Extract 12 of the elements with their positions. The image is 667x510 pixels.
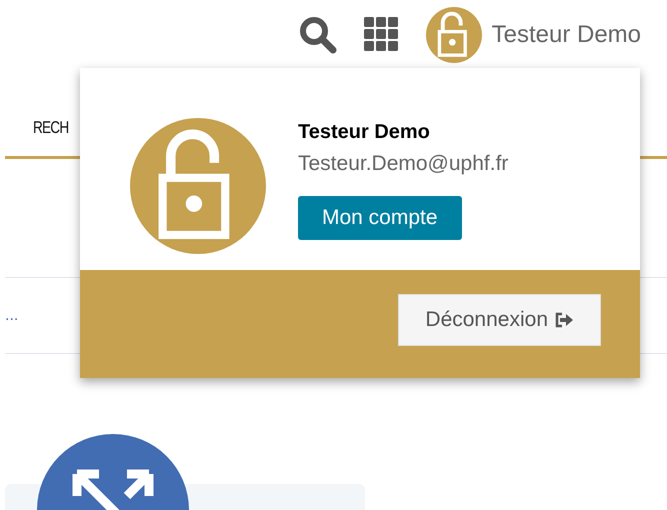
sign-out-icon (554, 312, 574, 328)
profile-name: Testeur Demo (298, 121, 430, 144)
nav-tab[interactable]: RECH (33, 118, 68, 138)
account-button[interactable]: Mon compte (298, 196, 462, 240)
user-name[interactable]: Testeur Demo (492, 21, 641, 49)
profile-avatar-icon (130, 118, 266, 254)
logout-button[interactable]: Déconnexion (398, 294, 601, 346)
apps-grid-icon[interactable] (364, 17, 400, 53)
user-avatar-icon (426, 7, 482, 63)
list-text: ... (5, 306, 18, 324)
profile-email: Testeur.Demo@uphf.fr (298, 152, 508, 176)
search-icon[interactable] (298, 15, 338, 55)
